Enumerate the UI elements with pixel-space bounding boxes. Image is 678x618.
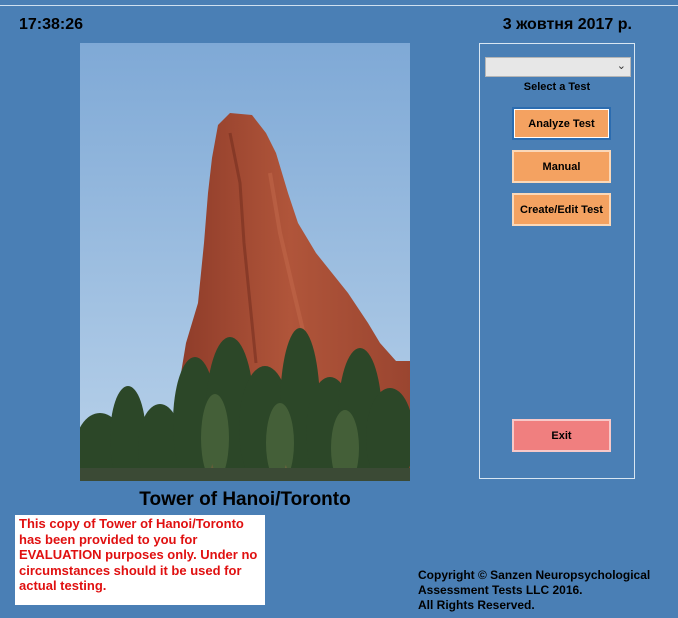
date-display: 3 жовтня 2017 р. (502, 16, 632, 33)
test-select-dropdown[interactable]: ⌄ (485, 57, 631, 77)
exit-button[interactable]: Exit (512, 419, 611, 452)
app-title: Tower of Hanoi/Toronto (139, 489, 351, 510)
copyright-line-2: Assessment Tests LLC 2016. (418, 583, 583, 597)
analyze-test-button[interactable]: Analyze Test (512, 107, 611, 140)
chevron-down-icon: ⌄ (616, 60, 626, 72)
select-test-label: Select a Test (523, 81, 591, 93)
evaluation-notice: This copy of Tower of Hanoi/Toronto has … (15, 515, 265, 605)
top-divider (0, 5, 678, 6)
copyright-line-3: All Rights Reserved. (418, 598, 535, 612)
clock: 17:38:26 (19, 16, 84, 33)
copyright-notice: Copyright © Sanzen Neuropsychological As… (418, 568, 673, 613)
copyright-line-1: Copyright © Sanzen Neuropsychological (418, 568, 651, 582)
create-edit-test-button[interactable]: Create/Edit Test (512, 193, 611, 226)
manual-button[interactable]: Manual (512, 150, 611, 183)
rock-spire-photo (80, 43, 410, 481)
